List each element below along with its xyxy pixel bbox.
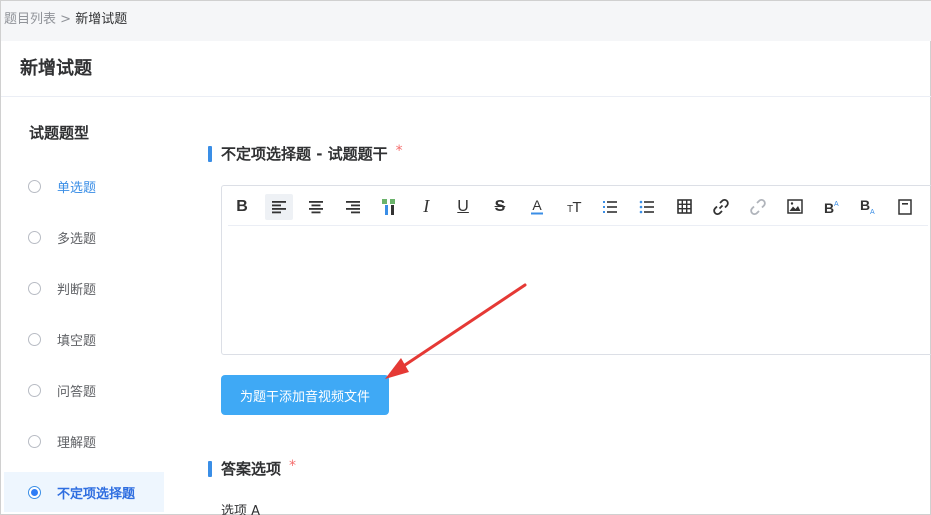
indent-icon[interactable] <box>375 194 403 220</box>
svg-text:B: B <box>860 199 870 213</box>
question-type-sidebar: 试题题型 单选题 多选题 判断题 填空题 问答题 理解题 不定项选择题 <box>4 98 164 515</box>
radio-selected-icon[interactable] <box>28 485 41 499</box>
unordered-list-icon[interactable] <box>633 194 661 220</box>
breadcrumb-parent-link[interactable]: 题目列表 <box>4 12 56 27</box>
rich-text-editor[interactable]: B I U S A TT B A B A <box>221 185 931 355</box>
italic-icon[interactable]: I <box>412 194 440 220</box>
svg-text:A: A <box>834 201 839 208</box>
svg-text:B: B <box>824 200 834 215</box>
type-item-label: 判断题 <box>57 282 97 298</box>
section-accent-bar <box>208 145 212 162</box>
table-icon[interactable] <box>670 194 698 220</box>
type-item-fill-blank[interactable]: 填空题 <box>4 319 164 359</box>
editor-toolbar: B I U S A TT B A B A <box>228 188 928 226</box>
subscript-icon[interactable]: BA <box>854 194 882 220</box>
type-item-label: 多选题 <box>57 231 97 247</box>
type-item-comprehension[interactable]: 理解题 <box>4 421 164 461</box>
type-item-label: 问答题 <box>57 384 97 400</box>
underline-icon[interactable]: U <box>449 194 477 220</box>
type-item-essay[interactable]: 问答题 <box>4 370 164 410</box>
bold-icon[interactable]: B <box>228 194 256 220</box>
font-color-icon[interactable]: A <box>523 194 551 220</box>
type-item-label: 理解题 <box>57 435 97 451</box>
type-item-label: 单选题 <box>57 180 97 196</box>
more-icon[interactable] <box>891 194 919 220</box>
section-accent-bar <box>208 460 212 477</box>
add-media-button[interactable]: 为题干添加音视频文件 <box>221 375 389 415</box>
answer-section-heading: 答案选项 * <box>208 458 296 479</box>
required-mark: * <box>395 142 403 159</box>
radio-icon[interactable] <box>28 434 41 448</box>
required-mark: * <box>289 457 297 474</box>
ordered-list-icon[interactable] <box>596 194 624 220</box>
unlink-icon[interactable] <box>744 194 772 220</box>
type-item-label: 不定项选择题 <box>57 486 136 502</box>
superscript-icon[interactable]: BA <box>818 194 846 220</box>
stem-section-heading: 不定项选择题 - 试题题干 * <box>208 143 403 164</box>
breadcrumb: 题目列表 > 新增试题 <box>1 1 931 41</box>
option-label-a: 选项 A <box>221 504 261 515</box>
strikethrough-icon[interactable]: S <box>486 194 514 220</box>
svg-text:A: A <box>532 198 542 213</box>
type-item-single-choice[interactable]: 单选题 <box>4 166 164 206</box>
page-title: 新增试题 <box>1 41 931 97</box>
align-right-icon[interactable] <box>339 194 367 220</box>
link-icon[interactable] <box>707 194 735 220</box>
sidebar-title: 试题题型 <box>29 124 90 142</box>
type-item-multiple-choice[interactable]: 多选题 <box>4 217 164 257</box>
type-item-label: 填空题 <box>57 333 97 349</box>
svg-text:A: A <box>870 209 875 215</box>
align-center-icon[interactable] <box>302 194 330 220</box>
radio-icon[interactable] <box>28 383 41 397</box>
radio-icon[interactable] <box>28 179 41 193</box>
font-size-icon[interactable]: TT <box>560 194 588 220</box>
breadcrumb-current: 新增试题 <box>75 12 128 27</box>
type-item-indefinite-choice[interactable]: 不定项选择题 <box>4 472 164 512</box>
align-left-icon[interactable] <box>264 193 293 220</box>
radio-icon[interactable] <box>28 230 41 244</box>
breadcrumb-separator: > <box>56 12 76 27</box>
svg-text:T: T <box>572 199 581 215</box>
radio-icon[interactable] <box>28 281 41 295</box>
answer-section-title: 答案选项 <box>221 460 282 478</box>
radio-icon[interactable] <box>28 332 41 346</box>
stem-section-title: 不定项选择题 - 试题题干 <box>221 145 388 163</box>
type-item-true-false[interactable]: 判断题 <box>4 268 164 308</box>
image-icon[interactable] <box>781 194 809 220</box>
